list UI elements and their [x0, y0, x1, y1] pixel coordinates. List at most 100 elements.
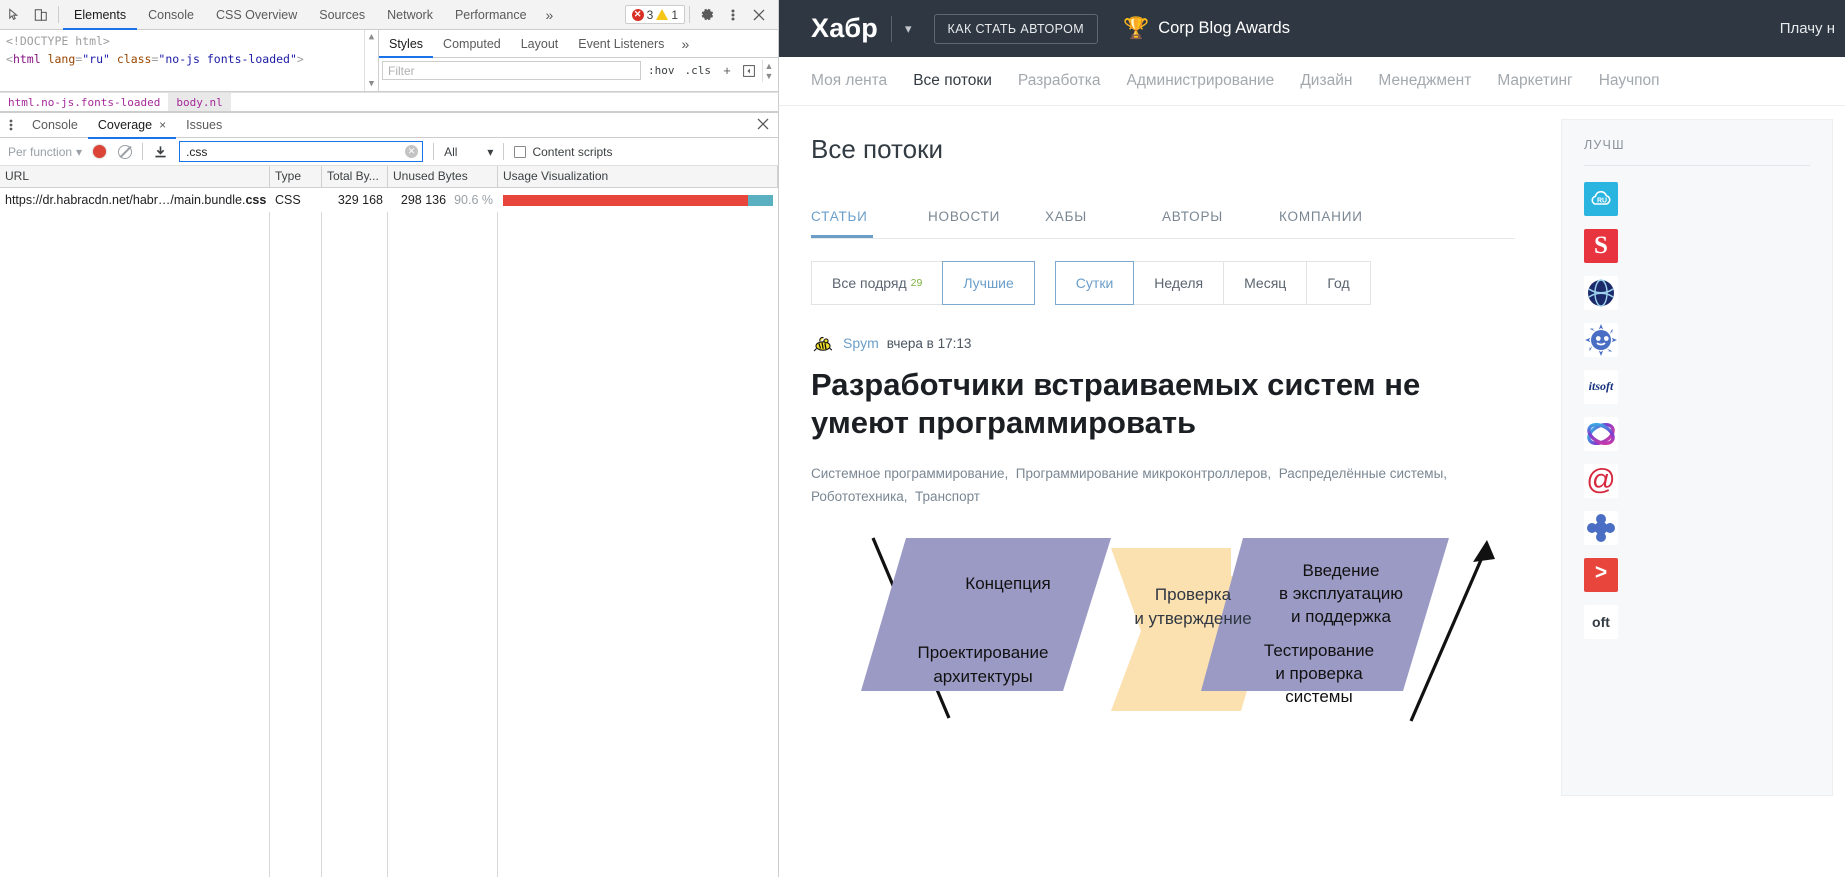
list-item[interactable]: > — [1562, 551, 1832, 598]
post-tags[interactable]: Системное программирование, Программиров… — [811, 462, 1471, 508]
tab-hubs[interactable]: ХАБЫ — [1045, 209, 1162, 238]
styles-more-icon[interactable]: » — [674, 36, 696, 52]
corp-blog-awards-link[interactable]: Corp Blog Awards — [1158, 19, 1290, 38]
filter-week[interactable]: Неделя — [1133, 261, 1225, 305]
tab-news[interactable]: НОВОСТИ — [928, 209, 1045, 238]
hov-toggle[interactable]: :hov — [645, 64, 678, 77]
coverage-type-filter[interactable]: All ▾ — [438, 145, 499, 159]
total-bytes-text: 329 168 — [337, 193, 383, 207]
styles-filter-input[interactable]: Filter — [382, 61, 641, 80]
clear-input-icon[interactable]: ✕ — [405, 145, 419, 158]
tab-performance[interactable]: Performance — [444, 0, 538, 30]
drawer-tab-coverage[interactable]: Coverage × — [88, 112, 176, 139]
nav-item-management[interactable]: Менеджмент — [1378, 72, 1471, 90]
nav-item-all-streams[interactable]: Все потоки — [913, 72, 992, 90]
issues-badge[interactable]: ✕ 3 1 — [624, 5, 685, 24]
tab-layout[interactable]: Layout — [511, 30, 569, 58]
tab-styles[interactable]: Styles — [379, 30, 433, 58]
dom-scrollbar[interactable]: ▲ ▼ — [364, 30, 378, 91]
nav-item-development[interactable]: Разработка — [1018, 72, 1101, 90]
scroll-down-arrow[interactable]: ▼ — [369, 79, 374, 89]
dom-tree[interactable]: <!DOCTYPE html> <html lang="ru" class="n… — [0, 30, 379, 91]
tab-computed[interactable]: Computed — [433, 30, 511, 58]
drawer-tab-close-icon[interactable]: × — [159, 118, 166, 132]
record-button[interactable] — [86, 139, 112, 165]
list-item[interactable] — [1562, 269, 1832, 316]
nav-item-my-feed[interactable]: Моя лента — [811, 72, 887, 90]
list-item[interactable]: RU — [1562, 175, 1832, 222]
breadcrumb-label: body.nl — [176, 95, 223, 109]
filter-month[interactable]: Месяц — [1223, 261, 1308, 305]
list-item[interactable]: @ — [1562, 457, 1832, 504]
post-title[interactable]: Разработчики встраиваемых систем не умею… — [811, 366, 1471, 442]
drawer-tab-issues[interactable]: Issues — [176, 112, 232, 139]
list-item[interactable]: oft — [1562, 598, 1832, 645]
tab-event-listeners[interactable]: Event Listeners — [568, 30, 674, 58]
nav-item-design[interactable]: Дизайн — [1300, 72, 1352, 90]
download-icon[interactable] — [147, 139, 173, 165]
kebab-menu-icon[interactable] — [720, 2, 746, 28]
list-item[interactable] — [1562, 316, 1832, 363]
scroll-up-arrow[interactable]: ▲ — [369, 32, 374, 42]
chevron-down-icon[interactable]: ▾ — [905, 21, 912, 37]
breadcrumb-body[interactable]: body.nl — [168, 92, 231, 112]
tab-network[interactable]: Network — [376, 0, 444, 30]
cell-total-bytes: 329 168 — [322, 188, 388, 212]
attr-class-value: "no-js fonts-loaded" — [158, 51, 297, 66]
column-unused-bytes[interactable]: Unused Bytes — [388, 166, 498, 187]
nav-item-popsci[interactable]: Научпоп — [1599, 72, 1660, 90]
list-item[interactable] — [1562, 410, 1832, 457]
device-toolbar-icon[interactable] — [28, 2, 54, 28]
gear-icon[interactable] — [694, 2, 720, 28]
dom-line-html[interactable]: <html lang="ru" class="no-js fonts-loade… — [6, 51, 378, 69]
inspect-cursor-icon[interactable] — [2, 2, 28, 28]
new-style-rule-icon[interactable]: + — [718, 62, 736, 80]
become-author-button[interactable]: КАК СТАТЬ АВТОРОМ — [933, 13, 1099, 44]
post-author[interactable]: Spym — [843, 335, 879, 351]
tab-sources[interactable]: Sources — [308, 0, 376, 30]
tab-elements[interactable]: Elements — [63, 0, 137, 30]
styles-scroll-down[interactable]: ▼ — [765, 71, 774, 81]
tab-css-overview[interactable]: CSS Overview — [205, 0, 308, 30]
coverage-mode-select[interactable]: Per function ▾ — [4, 145, 86, 159]
filter-best[interactable]: Лучшие — [942, 261, 1035, 305]
cls-toggle[interactable]: .cls — [682, 64, 715, 77]
drawer-kebab-icon[interactable] — [0, 112, 22, 139]
content-scripts-checkbox[interactable]: Content scripts — [508, 145, 613, 159]
list-item[interactable] — [1562, 504, 1832, 551]
diagram-label-intro-2: в эксплуатацию — [1279, 584, 1403, 603]
drawer-tab-console[interactable]: Console — [22, 112, 88, 139]
table-row[interactable]: https://dr.habracdn.net/habr…/main.bundl… — [0, 188, 778, 212]
tab-console[interactable]: Console — [137, 0, 205, 30]
list-item[interactable]: itsoft — [1562, 363, 1832, 410]
habr-logo[interactable]: Хабр — [811, 13, 878, 44]
tab-label: CSS Overview — [215, 7, 298, 22]
nav-item-marketing[interactable]: Маркетинг — [1497, 72, 1572, 90]
column-type[interactable]: Type — [270, 166, 322, 187]
tab-authors[interactable]: АВТОРЫ — [1162, 209, 1279, 238]
tab-articles[interactable]: СТАТЬИ — [811, 209, 928, 238]
column-total-bytes[interactable]: Total By... — [322, 166, 388, 187]
dom-line-doctype[interactable]: <!DOCTYPE html> — [6, 33, 378, 51]
column-usage-visualization[interactable]: Usage Visualization — [498, 166, 778, 187]
coverage-filter[interactable]: ✕ — [179, 141, 424, 162]
toggle-sidebar-icon[interactable] — [740, 62, 758, 80]
nav-item-administration[interactable]: Администрирование — [1127, 72, 1275, 90]
filter-label: Сутки — [1075, 275, 1114, 291]
coverage-filter-input[interactable] — [184, 143, 406, 160]
close-icon[interactable] — [746, 2, 772, 28]
filter-all[interactable]: Все подряд 29 — [811, 261, 944, 305]
filter-year[interactable]: Год — [1306, 261, 1371, 305]
column-url[interactable]: URL — [0, 166, 270, 187]
user-avatar-bee[interactable] — [811, 331, 835, 355]
more-tabs-icon[interactable]: » — [538, 0, 562, 30]
filter-day[interactable]: Сутки — [1054, 261, 1135, 305]
pay-link[interactable]: Плачу н — [1780, 20, 1845, 37]
list-item[interactable]: S — [1562, 222, 1832, 269]
styles-scroll-up[interactable]: ▲ — [765, 61, 774, 71]
clear-icon[interactable] — [112, 139, 138, 165]
styles-scrollbar[interactable]: ▲ ▼ — [762, 59, 775, 82]
breadcrumb-html[interactable]: html.no-js.fonts-loaded — [0, 93, 168, 112]
tab-companies[interactable]: КОМПАНИИ — [1279, 209, 1396, 238]
drawer-close-icon[interactable] — [757, 117, 778, 133]
